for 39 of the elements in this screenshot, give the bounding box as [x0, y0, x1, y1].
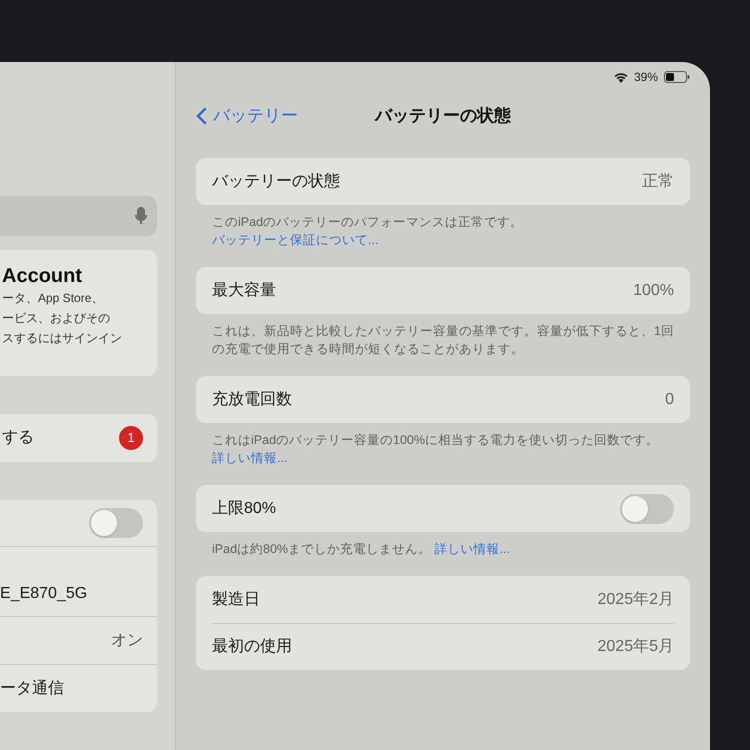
account-card[interactable]: Account ータ、App Store、 ービス、およびその スするにはサインイン	[0, 250, 157, 376]
notification-badge: 1	[119, 426, 143, 450]
account-description-line: スするにはサインイン	[2, 330, 123, 347]
settings-row[interactable]: オン	[0, 616, 157, 664]
page-title: バッテリーの状態	[375, 105, 511, 128]
toggle-switch[interactable]	[620, 494, 674, 524]
sign-in-label: する	[2, 428, 34, 448]
row-value: 0	[665, 390, 674, 410]
footnote-text: このiPadのバッテリーのパフォーマンスは正常です。 バッテリーと保証について...	[211, 214, 524, 249]
footnote-text: これはiPadのバッテリー容量の100%に相当する電力を使い切った回数です。 詳しい情報...	[211, 432, 660, 467]
footnote-text: これは、新品時と比較したバッテリー容量の基準です。容量が低下すると、1回の充電で使用できる時間が短くなることがあります。	[211, 323, 675, 358]
learn-more-link[interactable]: バッテリーと保証について...	[212, 233, 378, 247]
row-value: 2025年2月	[598, 590, 674, 610]
account-title: Account	[2, 264, 83, 288]
microphone-icon[interactable]	[135, 207, 147, 225]
row-value: 100%	[633, 280, 674, 300]
row-value: 2025年5月	[598, 637, 674, 657]
chevron-left-icon	[196, 107, 207, 125]
row-label: 上限80%	[212, 498, 276, 518]
row-label: 製造日	[212, 590, 260, 610]
battery-icon	[664, 71, 690, 83]
settings-row[interactable]: E_E870_5G	[0, 546, 157, 616]
account-description-line: ービス、およびその	[2, 310, 111, 327]
learn-more-link[interactable]: 詳しい情報...	[434, 542, 510, 556]
learn-more-link[interactable]: 詳しい情報...	[212, 451, 288, 465]
row-label: 最初の使用	[212, 636, 292, 657]
footnote-text: iPadは約80%までしか充電しません。 詳しい情報...	[211, 541, 511, 558]
back-button[interactable]: バッテリー	[196, 103, 298, 129]
row-label: 最大容量	[212, 280, 276, 300]
settings-row[interactable]: ータ通信	[0, 664, 157, 712]
wifi-icon	[614, 72, 628, 82]
sign-in-row[interactable]: する 1	[0, 414, 157, 462]
row-value: 正常	[642, 172, 674, 192]
account-description-line: ータ、App Store、	[2, 290, 104, 307]
battery-percentage: 39%	[634, 69, 658, 86]
row-label: 充放電回数	[212, 390, 292, 410]
toggle-switch[interactable]	[89, 508, 143, 538]
search-field[interactable]	[0, 196, 157, 236]
row-label: バッテリーの状態	[212, 172, 340, 192]
